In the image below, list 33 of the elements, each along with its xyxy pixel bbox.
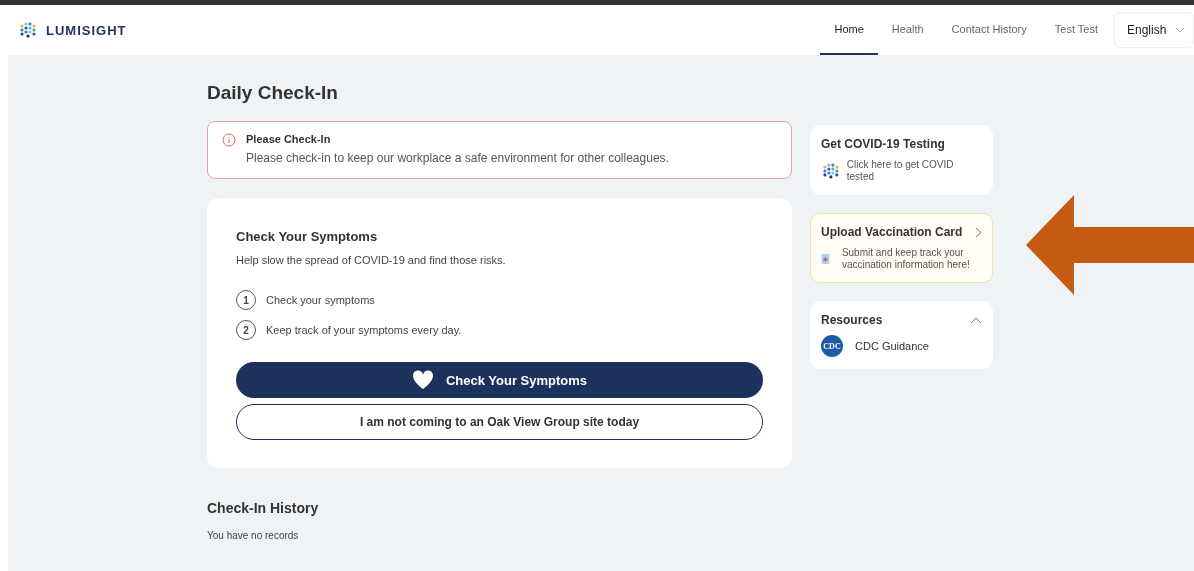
- cdc-logo: CDC: [821, 335, 843, 357]
- not-coming-button[interactable]: I am not coming to an Oak View Group site today: [236, 404, 763, 440]
- nav-tab[interactable]: Test Test: [1040, 5, 1112, 55]
- history-title: Check-In History: [207, 500, 320, 516]
- resource-link[interactable]: CDC Guidance: [855, 340, 929, 352]
- check-symptoms-button[interactable]: Check Your Symptoms: [236, 362, 763, 398]
- page-title: Daily Check-In: [207, 82, 339, 104]
- nav-tab[interactable]: Health: [877, 5, 938, 55]
- nav-tab[interactable]: Contact History: [937, 5, 1041, 55]
- testing-card[interactable]: Get COVID-19 Testing Click here to get COVID tested: [810, 125, 993, 195]
- arrow-icon: [1026, 195, 1194, 295]
- heart-icon: [411, 370, 434, 390]
- card-title: Upload Vaccination Card: [821, 225, 963, 239]
- vaccination-card[interactable]: Upload Vaccination Card Submit and keep track your vaccination information here!: [810, 213, 993, 283]
- card-title: Check Your Symptoms: [236, 229, 379, 244]
- step-text: Check your symptoms: [266, 294, 375, 306]
- info-icon: [222, 133, 236, 147]
- alert-message: Please check-in to keep our workplace a safe environment for other colleagues.: [246, 151, 669, 165]
- card-title: Get COVID-19 Testing: [821, 137, 945, 151]
- logo-icon: [18, 20, 38, 40]
- language-select[interactable]: English: [1114, 12, 1194, 48]
- card-text: Click here to get COVID tested: [846, 159, 955, 183]
- card-title: Resources: [821, 313, 883, 327]
- chevron-up-icon[interactable]: [970, 316, 982, 324]
- empty-text: You have no records: [207, 530, 300, 541]
- step-text: Keep track of your symptoms every day.: [266, 324, 462, 336]
- chevron-right-icon: [975, 226, 982, 238]
- logo-icon: [821, 161, 841, 181]
- brand-name: LUMISIGHT: [46, 22, 127, 38]
- card-text: Submit and keep track your vaccination information here!: [840, 247, 971, 271]
- chevron-down-icon: [1175, 27, 1185, 33]
- card-subtitle: Help slow the spread of COVID-19 and find those risks.: [236, 254, 507, 266]
- alert-title: Please Check-In: [246, 133, 332, 145]
